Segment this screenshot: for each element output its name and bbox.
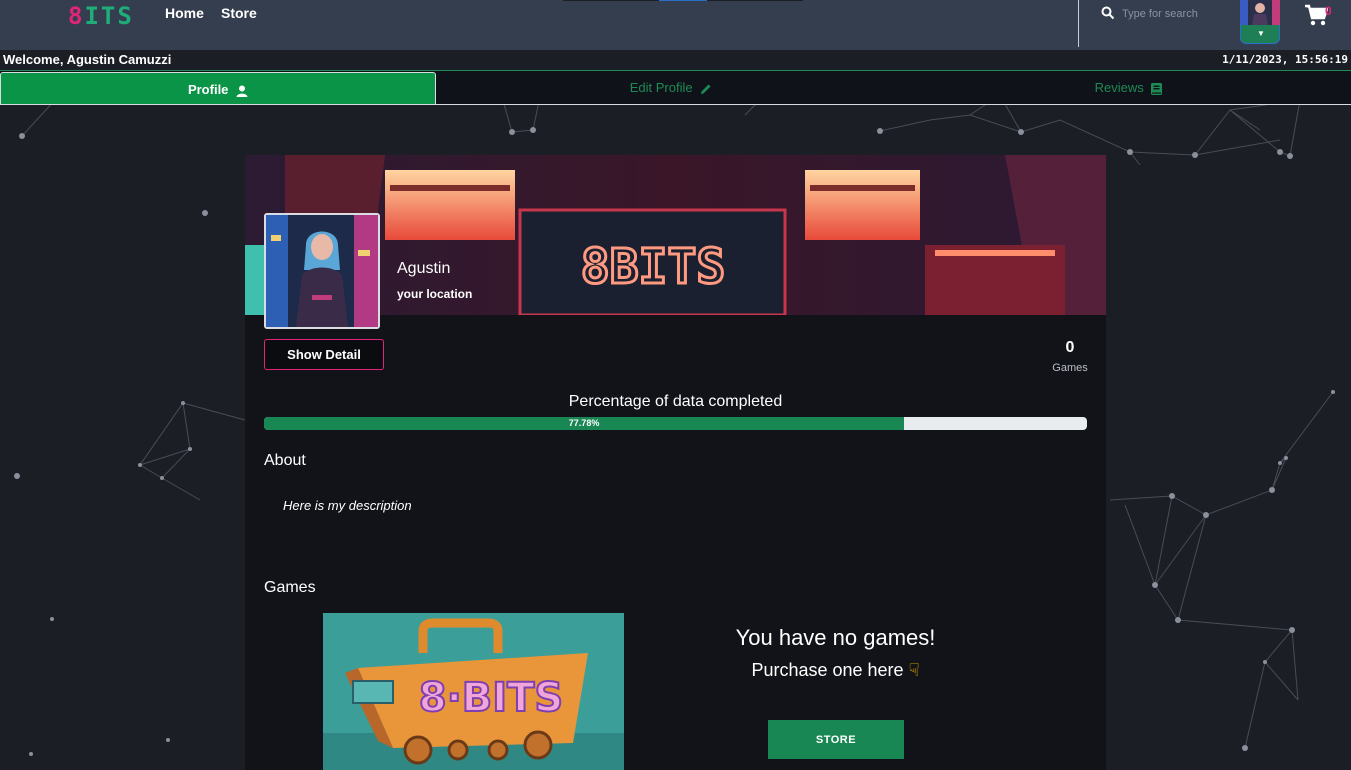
avatar-thumbnail [1240,0,1280,26]
profile-card: 8BITS Agustin your location Show Detail … [245,155,1106,770]
tab-label: Profile [187,82,229,97]
about-heading: About [264,452,306,469]
search-input[interactable] [1120,3,1234,25]
purchase-prompt: Purchase one here ☟ [685,660,986,681]
about-description: Here is my description [283,498,412,513]
games-count-label: Games [1052,362,1088,374]
no-games-message: You have no games! [735,625,936,650]
logo-eight: 8 [68,2,85,30]
welcome-message: Welcome, Agustin Camuzzi [3,52,172,67]
games-count-value: 0 [1065,339,1075,356]
tab-reviews[interactable]: Reviews [906,71,1351,104]
tab-profile[interactable]: Profile [0,72,436,105]
promo-8bits-text: 8·BITS [419,675,564,721]
pointing-down-icon: ☟ [908,660,920,680]
games-heading: Games [264,579,316,596]
book-icon [1151,82,1163,95]
tab-edit-profile[interactable]: Edit Profile [436,71,906,104]
progress-label: 77.78% [568,418,600,428]
user-avatar-menu[interactable] [1240,0,1280,26]
profile-username: Agustin [397,260,451,277]
brand-logo[interactable]: 8ITS [68,2,134,30]
caret-down-icon: ▼ [1257,29,1265,38]
banner-neon-sign: 8BITS [581,239,726,295]
completion-title: Percentage of data completed [568,393,783,410]
search-icon[interactable] [1101,6,1115,20]
store-button[interactable]: STORE [768,720,904,759]
tab-label: Reviews [1094,80,1144,95]
header-separator [1078,0,1079,47]
nav-store-link[interactable]: Store [221,5,257,21]
user-icon [236,85,248,97]
profile-avatar [264,213,380,329]
tab-label: Edit Profile [629,80,693,95]
profile-tabs: Profile Edit Profile Reviews [0,70,1351,105]
cart-count-badge: 0 [1325,4,1332,18]
top-navbar: 8ITS Home Store ▼ 0 [0,0,1351,50]
datetime-clock: 1/11/2023, 15:56:19 [1222,53,1348,66]
avatar-image [266,215,378,327]
completion-progress-bar: 77.78% [264,417,1087,430]
profile-location: your location [397,287,473,301]
avatar-dropdown-toggle[interactable]: ▼ [1240,25,1280,44]
games-promo-image: 8·BITS [323,613,624,770]
purchase-text: Purchase one here [751,660,904,680]
top-divider [563,0,803,1]
logo-its: ITS [84,2,134,30]
show-detail-button[interactable]: Show Detail [264,339,384,370]
nav-home-link[interactable]: Home [165,5,204,21]
pencil-icon [701,84,711,94]
